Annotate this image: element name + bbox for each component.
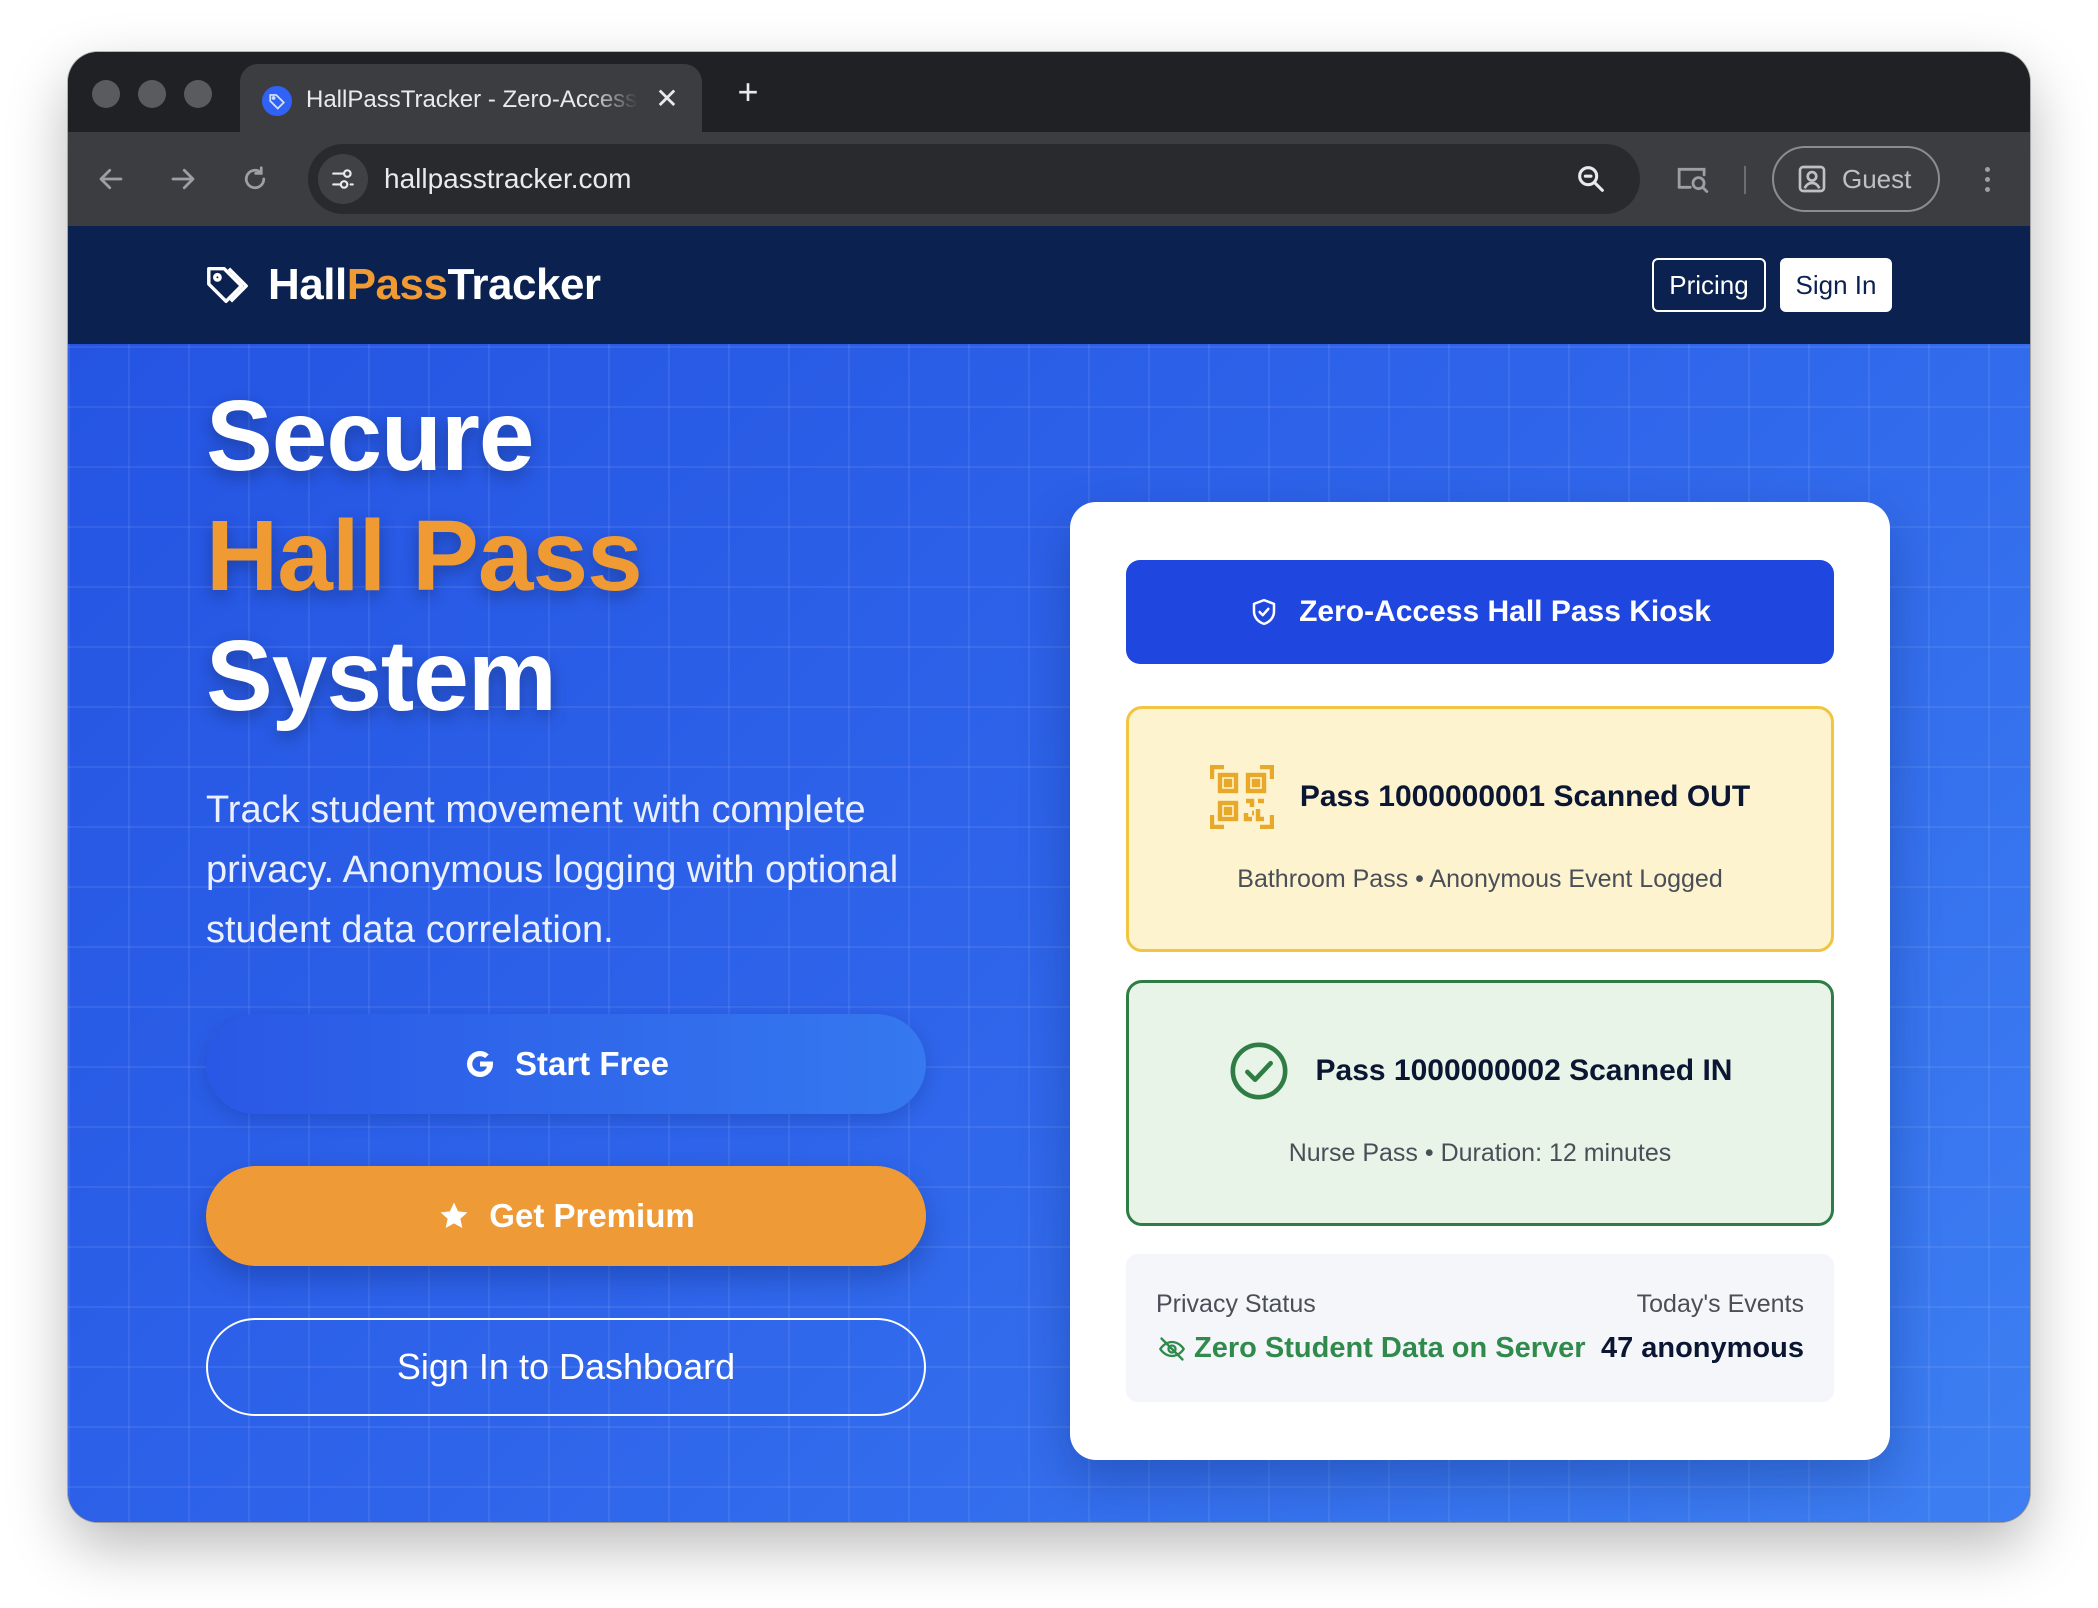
star-icon: [440, 1202, 468, 1229]
pricing-button[interactable]: Pricing: [1652, 258, 1766, 312]
toolbar-divider: [1744, 166, 1746, 194]
site-logo[interactable]: HallPassTracker: [204, 260, 601, 310]
window-maximize-button[interactable]: [184, 80, 212, 108]
shield-check-icon: [1252, 598, 1276, 626]
browser-tab[interactable]: HallPassTracker - Zero-Access Hall Pass …: [240, 64, 702, 132]
profile-button[interactable]: Guest: [1772, 146, 1940, 212]
event-subtitle: Nurse Pass • Duration: 12 minutes: [1288, 1139, 1672, 1167]
google-icon: [466, 1050, 494, 1078]
todays-events-label: Today's Events: [1636, 1290, 1804, 1318]
profile-icon: [1798, 165, 1826, 193]
tab-close-icon[interactable]: ✕: [652, 84, 682, 114]
hero-title-line3: System: [206, 620, 557, 732]
logo-text-hall: Hall: [268, 260, 347, 309]
zoom-search-icon[interactable]: [1574, 162, 1610, 198]
start-free-label: Start Free: [514, 1045, 670, 1082]
event-header: Pass 1000000002 Scanned IN: [1129, 1039, 1831, 1103]
check-circle-icon: [1230, 1042, 1287, 1100]
forward-arrow-icon[interactable]: [162, 158, 204, 200]
logo-text: HallPassTracker: [268, 260, 601, 310]
hero-title: Secure Hall Pass System: [206, 376, 643, 736]
get-premium-button[interactable]: Get Premium: [206, 1166, 926, 1266]
privacy-status-label: Privacy Status: [1156, 1290, 1316, 1318]
reload-icon[interactable]: [234, 158, 276, 200]
browser-toolbar: hallpasstracker.com Guest: [68, 132, 2030, 226]
event-subtitle: Bathroom Pass • Anonymous Event Logged: [1237, 865, 1723, 893]
address-bar[interactable]: hallpasstracker.com: [308, 144, 1640, 214]
kiosk-header-button[interactable]: Zero-Access Hall Pass Kiosk: [1126, 560, 1834, 664]
url-text[interactable]: hallpasstracker.com: [384, 162, 631, 196]
tag-logo-icon: [207, 266, 248, 304]
hero-title-line1: Secure: [206, 380, 535, 492]
event-title: Pass 1000000001 Scanned OUT: [1299, 780, 1751, 813]
privacy-status-panel: Privacy Status Today's Events Zero Stude…: [1126, 1254, 1834, 1402]
privacy-status-text: Zero Student Data on Server: [1194, 1332, 1586, 1364]
site-header: HallPassTracker Pricing Sign In: [68, 226, 2030, 344]
profile-label: Guest: [1842, 163, 1912, 194]
event-header: Pass 1000000001 Scanned OUT: [1129, 765, 1831, 829]
event-title: Pass 1000000002 Scanned IN: [1315, 1054, 1733, 1087]
window-minimize-button[interactable]: [138, 80, 166, 108]
start-free-button[interactable]: Start Free: [206, 1014, 926, 1114]
logo-text-tracker: Tracker: [447, 260, 601, 309]
site-info-icon[interactable]: [318, 154, 368, 204]
dashboard-sign-in-button[interactable]: Sign In to Dashboard: [206, 1318, 926, 1416]
tab-title: HallPassTracker - Zero-Access Hall Pass …: [306, 86, 638, 113]
kiosk-preview-card: Zero-Access Hall Pass Kiosk Pass 1000000…: [1070, 502, 1890, 1460]
cast-icon[interactable]: [1672, 158, 1714, 200]
tab-strip: HallPassTracker - Zero-Access Hall Pass …: [68, 52, 2030, 132]
sign-in-button[interactable]: Sign In: [1780, 258, 1892, 312]
kiosk-title: Zero-Access Hall Pass Kiosk: [1299, 595, 1711, 628]
browser-window: HallPassTracker - Zero-Access Hall Pass …: [68, 52, 2030, 1522]
tag-favicon-icon: [262, 86, 292, 116]
logo-text-pass: Pass: [346, 260, 448, 309]
hero-title-line2: Hall Pass: [206, 500, 643, 612]
privacy-status-value: Zero Student Data on Server: [1156, 1332, 1586, 1365]
get-premium-label: Get Premium: [489, 1197, 695, 1234]
event-card-scanned-in: Pass 1000000002 Scanned IN Nurse Pass • …: [1126, 980, 1834, 1226]
event-card-scanned-out: Pass 1000000001 Scanned OUT Bathroom Pas…: [1126, 706, 1834, 952]
back-arrow-icon[interactable]: [90, 158, 132, 200]
page-viewport: HallPassTracker Pricing Sign In Secure H…: [68, 226, 2030, 1522]
new-tab-button[interactable]: +: [728, 72, 768, 112]
window-close-button[interactable]: [92, 80, 120, 108]
todays-events-value: 47 anonymous: [1600, 1332, 1804, 1364]
hero-description: Track student movement with complete pri…: [206, 789, 899, 951]
eye-slash-icon: [1158, 1336, 1186, 1361]
qr-code-icon: [1209, 765, 1274, 829]
more-menu-icon[interactable]: [1972, 158, 2002, 200]
